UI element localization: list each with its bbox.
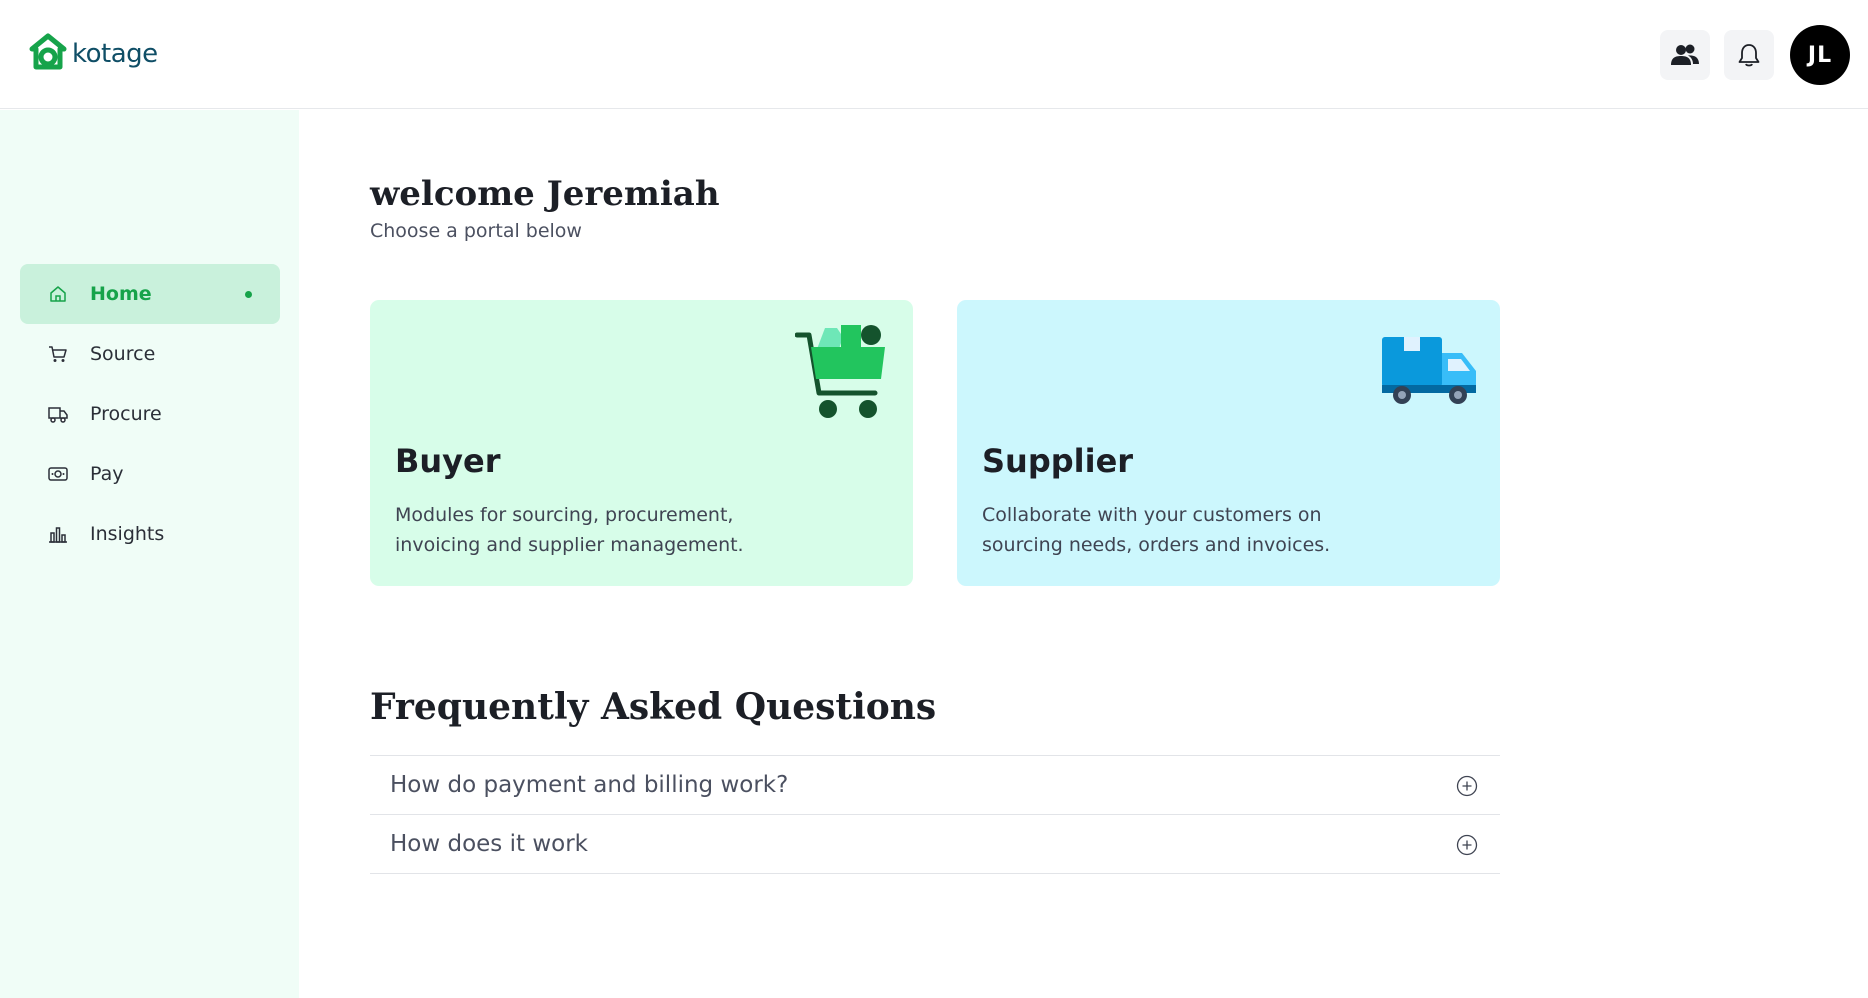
- welcome-subtitle: Choose a portal below: [370, 220, 582, 242]
- sidebar-item-label: Home: [90, 283, 152, 305]
- faq-item[interactable]: How do payment and billing work?: [370, 756, 1500, 815]
- sidebar-item-label: Insights: [90, 523, 165, 545]
- sidebar-item-source[interactable]: Source: [20, 324, 280, 384]
- sidebar: Home Source Procure Pay Insights: [0, 110, 299, 998]
- users-icon: [1671, 44, 1699, 65]
- notifications-button[interactable]: [1724, 30, 1774, 80]
- buyer-portal-title: Buyer: [395, 442, 501, 480]
- supplier-portal-description: Collaborate with your customers on sourc…: [982, 504, 1331, 556]
- plus-circle-icon[interactable]: [1456, 834, 1478, 856]
- faq-question: How do payment and billing work?: [390, 772, 789, 798]
- users-button[interactable]: [1660, 30, 1710, 80]
- bar-chart-icon: [48, 524, 68, 544]
- sidebar-item-label: Procure: [90, 403, 162, 425]
- welcome-heading: welcome Jeremiah: [370, 174, 720, 214]
- sidebar-item-label: Pay: [90, 463, 124, 485]
- shopping-cart-illustration: [795, 325, 885, 418]
- money-icon: [48, 464, 68, 484]
- top-bar: kotage JL: [0, 0, 1868, 109]
- kotage-logo[interactable]: kotage: [28, 33, 158, 75]
- active-indicator-dot: [245, 291, 252, 298]
- home-icon: [48, 284, 68, 304]
- faq-item[interactable]: How does it work: [370, 815, 1500, 874]
- sidebar-item-label: Source: [90, 343, 156, 365]
- faq-question: How does it work: [390, 831, 588, 857]
- supplier-portal-title: Supplier: [982, 442, 1134, 480]
- faq-list: How do payment and billing work? How doe…: [370, 755, 1500, 874]
- truck-icon: [48, 404, 68, 424]
- supplier-portal-card[interactable]: Supplier Collaborate with your customers…: [957, 300, 1500, 586]
- delivery-truck-illustration: [1382, 337, 1476, 404]
- buyer-portal-description: Modules for sourcing, procurement, invoi…: [395, 504, 744, 556]
- logo-text: kotage: [72, 39, 158, 69]
- sidebar-item-procure[interactable]: Procure: [20, 384, 280, 444]
- logo-house-icon: [29, 33, 67, 70]
- header-actions: JL: [1660, 25, 1850, 85]
- sidebar-item-home[interactable]: Home: [20, 264, 280, 324]
- sidebar-nav: Home Source Procure Pay Insights: [20, 264, 280, 564]
- buyer-portal-card[interactable]: Buyer Modules for sourcing, procurement,…: [370, 300, 913, 586]
- plus-circle-icon[interactable]: [1456, 775, 1478, 797]
- sidebar-item-insights[interactable]: Insights: [20, 504, 280, 564]
- bell-icon: [1738, 44, 1760, 67]
- faq-heading: Frequently Asked Questions: [370, 686, 937, 728]
- sidebar-item-pay[interactable]: Pay: [20, 444, 280, 504]
- cart-icon: [48, 344, 68, 364]
- user-avatar[interactable]: JL: [1790, 25, 1850, 85]
